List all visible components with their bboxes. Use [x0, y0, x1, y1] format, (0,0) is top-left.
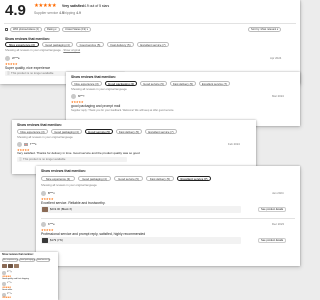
avatar [5, 56, 10, 61]
mentions-title: Show reviews that mention: [2, 253, 34, 256]
avatar [2, 271, 6, 275]
product-thumbnail [8, 264, 13, 268]
chip-good-service[interactable]: Good service (5) [114, 176, 143, 181]
chip-good-packaging[interactable]: Good packaging (4) [78, 176, 111, 181]
avatar [41, 222, 46, 227]
chip-fast-delivery[interactable]: Fast delivery (5) [170, 81, 196, 86]
rating-filter[interactable]: Rating ▾ [44, 27, 60, 32]
info-icon: ⓘ [7, 71, 10, 75]
filter-notice: Showing all reviews in your original lan… [5, 48, 81, 52]
reviewer-name: K***e [48, 222, 55, 226]
product-price: $179 (YN) [50, 238, 63, 242]
chip-fast-delivery[interactable]: Fast delivery (5) [107, 42, 134, 47]
avatar [41, 191, 46, 196]
reviewer-name: M***r [78, 94, 85, 98]
chip-good-packaging[interactable]: Good packaging (4) [19, 258, 36, 262]
product-price: $219.00 (Black X) [50, 207, 73, 211]
chip-nice-experience[interactable]: Nice experience (3) [71, 81, 102, 86]
chip-good-packaging[interactable]: Good packaging (4) [105, 81, 137, 86]
chip-excellent-service[interactable]: Excellent service (7) [177, 176, 211, 181]
product-thumbnail [14, 264, 19, 268]
review-collage: 4.9 ★★★★★ Very satisfied 4.9 out of 5 st… [0, 0, 300, 300]
info-icon: ⓘ [19, 157, 22, 161]
chip-good-service[interactable]: Good service (5) [76, 42, 104, 47]
mentions-title: Show reviews that mention: [5, 37, 50, 41]
chip-nice-experience[interactable]: Nice experience (3) [17, 129, 48, 134]
review-text: Professional service and prompt reply, s… [41, 232, 146, 236]
chip-good-service[interactable]: Good service (5) [85, 129, 113, 134]
review-date: Jan 2024 [272, 191, 284, 195]
chip-nice-experience[interactable]: Nice experience (3) [5, 42, 39, 47]
product-box: $219.00 (Black X) [41, 206, 241, 213]
photos-filter[interactable]: With photos/videos (4) [10, 27, 42, 32]
review-text: Very satisfied. Thanks for delivery in t… [17, 151, 140, 155]
reviews-panel-excellent: Show reviews that mention: Nice experien… [36, 166, 300, 266]
supplier-reply: Supplier reply: Thank you for your feedb… [71, 109, 175, 112]
reviews-panel-packaging: Show reviews that mention: Nice experien… [66, 72, 300, 126]
chip-nice-experience[interactable]: Nice experience (3) [41, 176, 75, 181]
review-text: Excellent service. Reliable and trustwor… [41, 201, 106, 205]
chip-good-service[interactable]: Good service (5) [36, 258, 50, 262]
chip-fast-delivery[interactable]: Fast delivery (5) [116, 129, 142, 134]
country-flag-icon [24, 143, 28, 146]
chip-excellent-service[interactable]: Excellent service (7) [199, 81, 230, 86]
overall-stars: ★★★★★ [34, 3, 57, 9]
chip-excellent-service[interactable]: Excellent service (7) [145, 129, 177, 134]
filter-notice: Showing all reviews in your original lan… [41, 183, 97, 187]
reviewer-name: T***s [30, 142, 37, 146]
aspect-supplier-service: Supplier service 4.9 [34, 11, 64, 15]
product-box: $179 (YN) [41, 237, 241, 244]
show-original-link[interactable]: Show original [63, 48, 80, 52]
chip-fast-delivery[interactable]: Fast delivery (5) [146, 176, 174, 181]
avatar [71, 94, 76, 99]
chip-good-packaging[interactable]: Good packaging (4) [51, 129, 82, 134]
chip-good-packaging[interactable]: Good packaging (4) [42, 42, 73, 47]
avatar [17, 142, 22, 147]
aspect-shipping: Shipping 4.9 [62, 11, 81, 15]
filter-notice: Showing all reviews in your original lan… [71, 87, 127, 91]
see-product-details-button[interactable]: See product details [258, 207, 287, 212]
product-thumbnail [42, 207, 48, 212]
review-text: Super quality, nice experience [5, 66, 51, 70]
review-date: Apr 2024 [270, 56, 282, 60]
reviewer-name: B***n [48, 191, 55, 195]
review-date: Mar 2024 [272, 94, 284, 98]
mentions-title: Show reviews that mention: [17, 123, 62, 127]
rating-summary: 4.9 out of 5 stars [84, 4, 110, 8]
product-thumbnail [2, 264, 7, 268]
mentions-title: Show reviews that mention: [41, 169, 86, 173]
unavailable-notice: ⓘ This product is no longer available [17, 157, 127, 162]
reviewer-name: L***n [7, 282, 12, 284]
all-filter-check[interactable] [5, 28, 8, 31]
chip-excellent-service[interactable]: Excellent service (7) [137, 42, 169, 47]
mentions-title: Show reviews that mention: [71, 75, 116, 79]
filter-notice: Showing all reviews in your original lan… [17, 135, 73, 139]
rating-label: Very satisfied [62, 4, 84, 8]
review-text: Good quality and fast shipping [2, 278, 29, 280]
review-text: good packaging and prompt mail [71, 104, 121, 108]
overall-rating: 4.9 [5, 2, 26, 19]
reviewer-name: W***a [12, 56, 20, 60]
chip-nice-experience[interactable]: Nice experience (3) [2, 258, 19, 262]
reviewer-name: S***y [7, 271, 12, 273]
review-date: Feb 2024 [228, 142, 240, 146]
chip-good-service[interactable]: Good service (5) [140, 81, 167, 86]
country-filter[interactable]: United States (19) ▾ [62, 27, 91, 32]
review-stars: ★★★★★ [2, 296, 11, 299]
product-thumbnail [42, 238, 48, 243]
review-text: Great seller [2, 289, 13, 291]
reviews-snippet-card: Show reviews that mention: Nice experien… [0, 252, 58, 300]
review-date: Dec 2023 [272, 222, 284, 226]
avatar [2, 282, 6, 286]
sort-dropdown[interactable]: Sort by: Most relevant ▾ [248, 27, 282, 32]
see-product-details-button[interactable]: See product details [258, 238, 287, 243]
